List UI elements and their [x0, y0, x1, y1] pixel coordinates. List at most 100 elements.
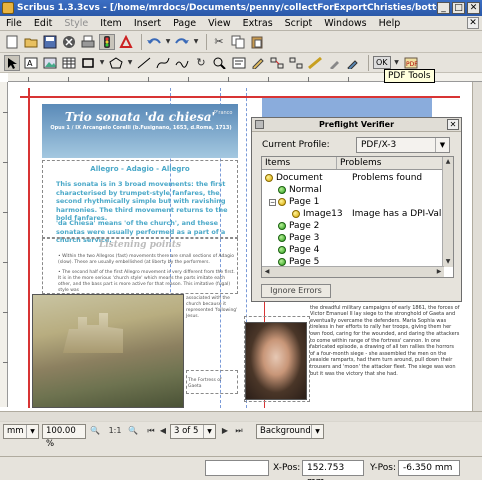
menu-script[interactable]: Script [279, 18, 319, 29]
tree-row-page-1[interactable]: − Page 1 [269, 196, 319, 208]
vertical-ruler[interactable] [0, 82, 8, 407]
svg-text:A: A [27, 59, 33, 68]
canvas-horizontal-scrollbar[interactable] [0, 411, 482, 421]
measure-icon[interactable] [307, 55, 323, 71]
copy-icon[interactable] [230, 34, 246, 50]
open-folder-icon[interactable] [23, 34, 39, 50]
problem-text: Image has a DPI-Value l [352, 209, 444, 219]
next-page-icon[interactable]: ▶ [218, 424, 232, 438]
ypos-value: -6.350 mm [398, 460, 460, 476]
layer-select[interactable]: Background ▼ [256, 424, 324, 439]
zoom-out-icon[interactable]: 🔍 [88, 424, 102, 438]
save-icon[interactable] [42, 34, 58, 50]
dialog-menu-icon[interactable] [255, 120, 264, 129]
zoom-input[interactable]: 100.00 % [42, 424, 86, 449]
title-bar: Scribus 1.3.3cvs - [/home/mrdocs/Documen… [0, 0, 482, 16]
tree-row-page-2[interactable]: Page 2 [278, 220, 319, 232]
save-pdf-icon[interactable] [118, 34, 134, 50]
rectangle-icon[interactable] [80, 55, 96, 71]
text-frame-icon[interactable]: A [23, 55, 39, 71]
menu-file[interactable]: File [0, 18, 28, 29]
unlink-frames-icon[interactable] [288, 55, 304, 71]
scroll-down-icon[interactable]: ▼ [443, 257, 453, 267]
print-icon[interactable] [80, 34, 96, 50]
dialog-title: Preflight Verifier [318, 120, 395, 129]
menu-item[interactable]: Item [94, 18, 128, 29]
ypos-label: Y-Pos: [370, 463, 397, 473]
cut-icon[interactable]: ✂ [211, 34, 227, 50]
zoom-icon[interactable] [212, 55, 228, 71]
edit-contents-icon[interactable] [231, 55, 247, 71]
close-doc-icon[interactable] [61, 34, 77, 50]
tree-row-normal[interactable]: Normal [278, 184, 322, 196]
previous-page-icon[interactable]: ◀ [156, 424, 170, 438]
chevron-down-icon: ▼ [311, 425, 323, 438]
zoom-actual-size-button[interactable]: 1:1 [106, 424, 124, 438]
problems-tree[interactable]: Items Problems Document Problems found N… [261, 156, 454, 278]
page-select[interactable]: 3 of 5 ▼ [170, 424, 216, 439]
undo-dropdown-icon[interactable]: ▼ [165, 34, 171, 50]
scroll-right-icon[interactable]: ▶ [434, 267, 444, 277]
scroll-up-icon[interactable]: ▲ [443, 157, 453, 167]
tree-row-page-3[interactable]: Page 3 [278, 232, 319, 244]
redo-dropdown-icon[interactable]: ▼ [193, 34, 199, 50]
link-frames-icon[interactable] [269, 55, 285, 71]
collapse-icon[interactable]: − [269, 198, 276, 206]
pdf-checkbox-button[interactable]: OK [373, 56, 391, 69]
last-page-icon[interactable]: ⏭ [232, 424, 246, 438]
canvas-vertical-scrollbar[interactable] [472, 82, 482, 411]
new-document-icon[interactable] [4, 34, 20, 50]
redo-icon[interactable] [174, 34, 190, 50]
edit-text-icon[interactable] [250, 55, 266, 71]
tree-row-document[interactable]: Document [265, 172, 323, 184]
menu-windows[interactable]: Windows [318, 18, 372, 29]
column-header-problems[interactable]: Problems [337, 157, 444, 169]
minimize-button[interactable]: _ [437, 2, 450, 14]
profile-value: PDF/X-3 [361, 140, 397, 150]
maximize-button[interactable]: □ [452, 2, 465, 14]
scribus-app-icon[interactable] [2, 2, 14, 14]
toolbar-separator [368, 54, 369, 71]
menu-insert[interactable]: Insert [128, 18, 167, 29]
tree-row-image13[interactable]: Image13 [292, 208, 343, 220]
column-header-items[interactable]: Items [262, 157, 337, 169]
unit-select[interactable]: mm ▼ [3, 424, 39, 439]
line-icon[interactable] [136, 55, 152, 71]
copy-properties-icon[interactable] [326, 55, 342, 71]
menu-style[interactable]: Style [58, 18, 94, 29]
preflight-icon[interactable] [99, 33, 115, 50]
menu-help[interactable]: Help [373, 18, 407, 29]
shape-dropdown-icon[interactable]: ▼ [99, 55, 105, 71]
profile-select[interactable]: PDF/X-3 ▼ [356, 137, 450, 153]
image-frame-icon[interactable] [42, 55, 58, 71]
dialog-title-bar[interactable]: Preflight Verifier ✕ [252, 118, 461, 132]
menu-view[interactable]: View [202, 18, 237, 29]
dialog-close-button[interactable]: ✕ [447, 119, 459, 130]
tree-row-page-4[interactable]: Page 4 [278, 244, 319, 256]
rotate-icon[interactable]: ↻ [193, 55, 209, 71]
undo-icon[interactable] [146, 34, 162, 50]
select-item-icon[interactable] [4, 54, 20, 71]
portrait-image[interactable] [245, 322, 307, 400]
close-window-button[interactable]: ✕ [467, 2, 480, 14]
polygon-icon[interactable] [108, 55, 124, 71]
bezier-icon[interactable] [155, 55, 171, 71]
menu-page[interactable]: Page [167, 18, 202, 29]
listening-heading: Listening points [98, 240, 182, 250]
current-profile-label: Current Profile: [262, 140, 330, 150]
paste-icon[interactable] [249, 34, 265, 50]
table-icon[interactable] [61, 55, 77, 71]
tree-vertical-scrollbar[interactable]: ▲ ▼ [442, 157, 453, 267]
close-document-button[interactable]: ✕ [467, 17, 479, 29]
tree-horizontal-scrollbar[interactable]: ◀ ▶ [262, 266, 444, 277]
xpos-label: X-Pos: [273, 463, 301, 473]
eyedropper-icon[interactable] [345, 55, 361, 71]
zoom-in-icon[interactable]: 🔍 [126, 424, 140, 438]
polygon-dropdown-icon[interactable]: ▼ [127, 55, 133, 71]
menu-edit[interactable]: Edit [28, 18, 58, 29]
menu-extras[interactable]: Extras [237, 18, 279, 29]
scroll-left-icon[interactable]: ◀ [262, 267, 272, 277]
freehand-icon[interactable] [174, 55, 190, 71]
fortress-painting-image[interactable] [32, 294, 184, 408]
ignore-errors-button[interactable]: Ignore Errors [261, 284, 331, 298]
